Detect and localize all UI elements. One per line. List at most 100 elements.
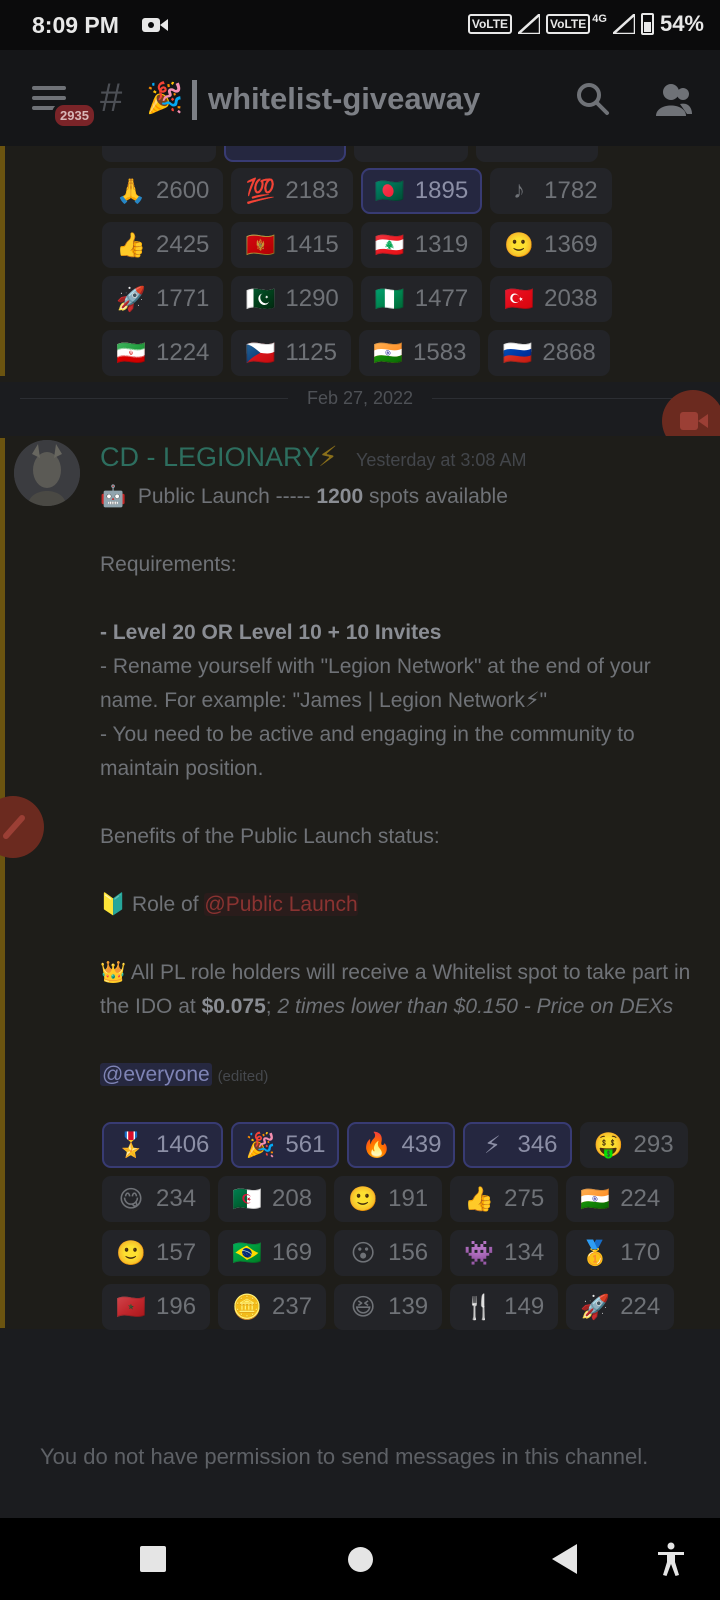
reaction-chip[interactable]: 👾 134 [450, 1230, 559, 1276]
reaction-chip[interactable]: 🇧🇷 169 [218, 1230, 327, 1276]
date-divider-label: Feb 27, 2022 [306, 388, 414, 408]
reaction-count: 346 [517, 1131, 558, 1158]
reaction-chip[interactable]: 🇮🇷 1224 [102, 330, 224, 376]
reaction-chip[interactable]: 🇮🇳 224 [566, 1176, 675, 1222]
everyone-mention[interactable]: @everyone [100, 1063, 212, 1086]
reaction-chip[interactable]: 🇱🇧 1319 [360, 222, 483, 268]
reaction-emoji-icon: 😋 [118, 1185, 144, 1213]
channel-title[interactable]: whitelist-giveaway [208, 81, 480, 117]
reaction-chip[interactable]: 🇲🇪 1415 [231, 222, 353, 268]
reaction-chip[interactable]: 👍 2425 [102, 222, 224, 268]
reaction-chip[interactable]: 🎉 561 [231, 1122, 340, 1168]
reaction-emoji-icon: 🇲🇪 [245, 231, 276, 259]
accessibility-icon[interactable] [656, 1542, 686, 1576]
reaction-chip[interactable]: 😋 234 [102, 1176, 211, 1222]
reaction-chip[interactable]: 🇨🇿 1125 [231, 330, 351, 376]
robot-icon: 🤖 [100, 485, 127, 508]
role-mention[interactable]: @Public Launch [204, 893, 358, 916]
reaction-emoji-icon: 🙂 [504, 231, 535, 259]
requirements-heading: Requirements: [100, 553, 237, 576]
reaction-chip[interactable]: 🇹🇷 2038 [490, 276, 612, 322]
reaction-emoji-icon: 🇱🇧 [374, 231, 405, 259]
status-bar: 8:09 PM VoLTE VoLTE 4G 54% [0, 0, 720, 50]
reaction-chip[interactable]: ♪ 1782 [490, 168, 612, 214]
reaction-count: 139 [388, 1293, 429, 1320]
reaction-chip[interactable]: 🙂 191 [334, 1176, 443, 1222]
reaction-count: 293 [633, 1131, 674, 1158]
reaction-emoji-icon: ⚡ [484, 1131, 501, 1159]
reaction-chip[interactable]: 🥇 170 [566, 1230, 675, 1276]
reaction-chip[interactable]: 💯 2183 [231, 168, 353, 214]
requirement-3: - You need to be active and engaging in … [100, 723, 635, 780]
reaction-count: 2038 [544, 285, 598, 312]
reaction-chip[interactable]: ⚡ 346 [463, 1122, 572, 1168]
reaction-count: 2600 [156, 177, 210, 204]
reaction-count: 1415 [285, 231, 339, 258]
reaction-count: 2183 [285, 177, 339, 204]
members-icon[interactable] [656, 82, 692, 116]
beginner-icon: 🔰 [100, 893, 127, 916]
reaction-emoji-icon: 🇨🇿 [245, 339, 276, 367]
reaction-chip[interactable]: 🇩🇿 208 [218, 1176, 327, 1222]
back-button[interactable] [552, 1544, 577, 1574]
requirement-1: - Level 20 OR Level 10 + 10 Invites [100, 621, 442, 644]
reaction-emoji-icon: 🇮🇳 [580, 1185, 611, 1213]
reaction-partial[interactable] [102, 146, 216, 162]
reaction-chip[interactable]: 🙏 2600 [102, 168, 224, 214]
reaction-emoji-icon: 🇮🇷 [116, 339, 146, 367]
reaction-emoji-icon: 😮 [350, 1239, 376, 1267]
reaction-count: 237 [272, 1293, 313, 1320]
reaction-chip[interactable]: 🤑 293 [579, 1122, 688, 1168]
reaction-count: 157 [156, 1239, 197, 1266]
reaction-chip[interactable]: 🎖️ 1406 [102, 1122, 224, 1168]
reaction-partial[interactable] [476, 146, 598, 162]
reaction-chip[interactable]: 🇵🇰 1290 [231, 276, 353, 322]
reaction-emoji-icon: 🇹🇷 [504, 285, 535, 313]
reaction-count: 224 [620, 1293, 661, 1320]
battery-percent: 54% [659, 11, 704, 36]
draw-button[interactable] [0, 796, 44, 858]
reaction-chip[interactable]: 🇲🇦 196 [102, 1284, 211, 1330]
network-type: 4G [592, 13, 607, 25]
reaction-chip[interactable]: 🇮🇳 1583 [359, 330, 481, 376]
reaction-partial[interactable] [224, 146, 346, 162]
reaction-count: 2425 [156, 231, 210, 258]
recents-button[interactable] [140, 1546, 166, 1572]
reaction-chip[interactable]: 😆 139 [334, 1284, 443, 1330]
reaction-chip[interactable]: 🚀 1771 [102, 276, 224, 322]
reaction-chip[interactable]: 😮 156 [334, 1230, 443, 1276]
reaction-chip[interactable]: 🔥 439 [347, 1122, 456, 1168]
reaction-chip[interactable]: 🚀 224 [566, 1284, 675, 1330]
author-name[interactable]: CD - LEGIONARY [100, 442, 320, 473]
reaction-count: 439 [401, 1131, 442, 1158]
search-icon[interactable] [576, 82, 610, 116]
reaction-emoji-icon: ♪ [513, 177, 526, 204]
reaction-chip[interactable]: 🙂 157 [102, 1230, 211, 1276]
reaction-chip[interactable]: 👍 275 [450, 1176, 559, 1222]
home-button[interactable] [348, 1547, 373, 1572]
hash-icon: # [100, 76, 123, 120]
reaction-chip[interactable]: 🇳🇬 1477 [360, 276, 483, 322]
reaction-count: 1477 [414, 285, 469, 312]
reaction-chip[interactable]: 🇧🇩 1895 [360, 168, 483, 214]
author-bolt-icon: ⚡ [318, 441, 338, 472]
no-permission-text: You do not have permission to send messa… [40, 1444, 649, 1469]
reaction-count: 561 [285, 1131, 326, 1158]
avatar[interactable] [14, 440, 80, 506]
reaction-count: 2868 [542, 339, 596, 366]
reaction-count: 275 [504, 1185, 545, 1212]
message-content: 🤖 Public Launch ----- 1200 spots availab… [100, 480, 700, 1094]
reaction-emoji-icon: 🙂 [348, 1185, 379, 1213]
reaction-count: 134 [504, 1239, 545, 1266]
reaction-emoji-icon: 👍 [116, 231, 146, 259]
reaction-emoji-icon: 🇷🇺 [502, 339, 533, 367]
reaction-chip[interactable]: 🪙 237 [218, 1284, 327, 1330]
reaction-chip[interactable]: 🇷🇺 2868 [488, 330, 610, 376]
reaction-count: 1406 [156, 1131, 210, 1158]
reaction-partial[interactable] [354, 146, 468, 162]
reaction-chip[interactable]: 🙂 1369 [490, 222, 612, 268]
crown-icon: 👑 [100, 961, 127, 984]
reaction-chip[interactable]: 🍴 149 [450, 1284, 559, 1330]
reaction-count: 1369 [544, 231, 598, 258]
reaction-emoji-icon: 🪙 [232, 1293, 262, 1321]
